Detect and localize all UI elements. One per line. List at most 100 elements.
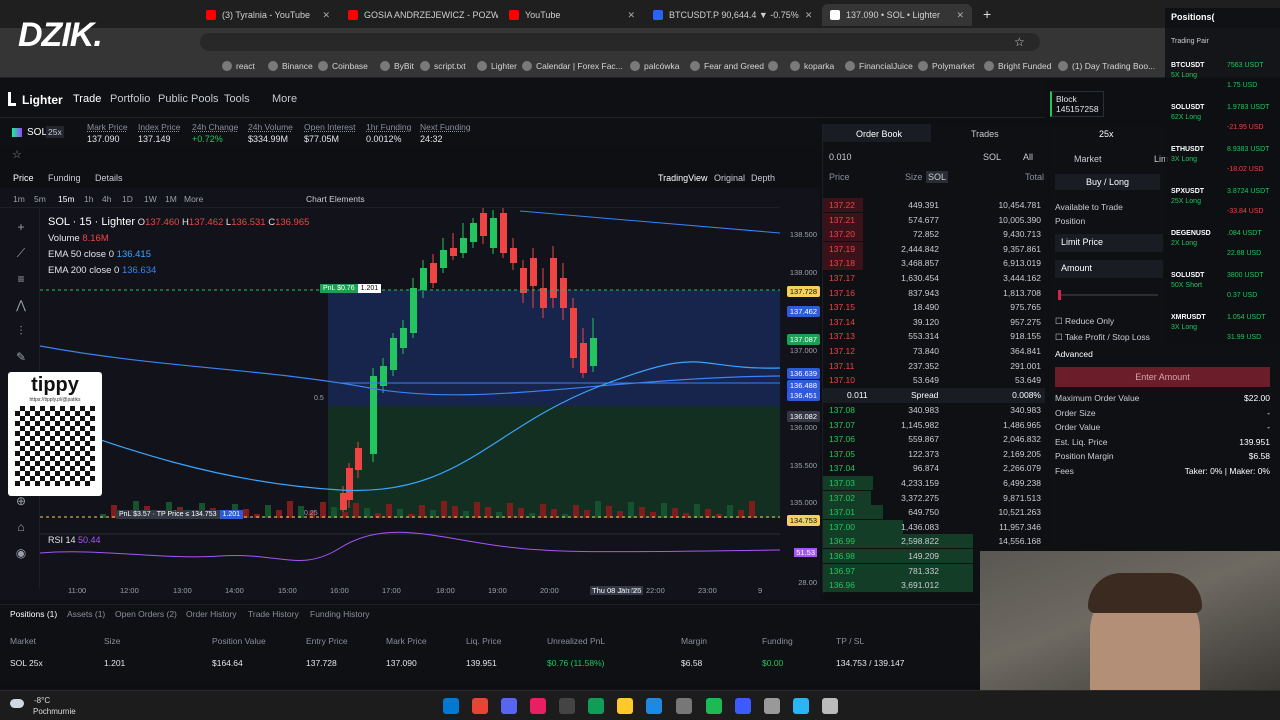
interval-More[interactable]: More <box>184 194 203 204</box>
bookmark-item[interactable]: koparka <box>790 61 834 71</box>
bookmark-item[interactable]: palcówka <box>630 61 679 71</box>
fib-icon[interactable]: ≡ <box>14 272 28 286</box>
tab-tradingview[interactable]: TradingView <box>658 173 708 183</box>
position-line-label[interactable]: PnL $0.76 1.201 <box>320 284 382 293</box>
tab-market[interactable]: Market <box>1074 154 1102 164</box>
taskbar-app-icon[interactable] <box>822 698 838 714</box>
bid-row[interactable]: 136.99 2,598.822 14,556.168 <box>823 534 1045 549</box>
measure-icon[interactable]: ⫶ <box>14 324 28 338</box>
tab-price[interactable]: Price <box>13 173 34 183</box>
reduce-only-checkbox[interactable]: ☐ Reduce Only <box>1055 316 1114 327</box>
positions-tab[interactable]: Order History <box>186 609 237 619</box>
trendline-icon[interactable]: ⟋ <box>14 246 28 260</box>
tick-size-select[interactable]: 0.010 <box>829 152 852 162</box>
favorite-star-icon[interactable]: ☆ <box>12 148 22 161</box>
tab-original[interactable]: Original <box>714 173 745 183</box>
amount-slider[interactable] <box>1058 290 1158 300</box>
tpsl-checkbox[interactable]: ☐ Take Profit / Stop Loss <box>1055 332 1150 343</box>
pattern-icon[interactable]: ⋀ <box>14 298 28 312</box>
taskbar-app-icon[interactable] <box>472 698 488 714</box>
ask-row[interactable]: 137.15 18.490 975.765 <box>823 300 1045 315</box>
bid-row[interactable]: 137.05 122.373 2,169.205 <box>823 447 1045 462</box>
tab-trades[interactable]: Trades <box>971 129 999 139</box>
time-axis[interactable]: 11:00 12:00 13:00 14:00 15:00 16:00 17:00 18:00… <box>40 586 780 598</box>
browser-tab[interactable]: BTCUSDT.P 90,644.4 ▼ -0.75% ✕ <box>645 4 817 26</box>
nav-more[interactable]: More <box>272 93 297 105</box>
bid-row[interactable]: 137.02 3,372.275 9,871.513 <box>823 490 1045 506</box>
amount-field[interactable]: Amount <box>1055 260 1163 278</box>
bid-row[interactable]: 137.04 96.874 2,266.079 <box>823 461 1045 476</box>
ask-row[interactable]: 137.22 449.391 10,454.781 <box>823 198 1045 213</box>
ask-row[interactable]: 137.13 553.314 918.155 <box>823 329 1045 344</box>
ask-row[interactable]: 137.12 73.840 364.841 <box>823 344 1045 359</box>
taskbar-app-icon[interactable] <box>530 698 546 714</box>
lock-icon[interactable]: ⌂ <box>14 520 28 534</box>
bookmark-item[interactable]: script.txt <box>420 61 466 71</box>
bid-row[interactable]: 137.08 340.983 340.983 <box>823 403 1045 418</box>
taskbar-app-icon[interactable] <box>764 698 780 714</box>
bid-row[interactable]: 137.06 559.867 2,046.832 <box>823 432 1045 447</box>
ask-row[interactable]: 137.16 837.943 1,813.708 <box>823 286 1045 301</box>
tab-details[interactable]: Details <box>95 173 123 183</box>
browser-tab[interactable]: GOSIA ANDRZEJEWICZ - POZW✕ <box>340 4 498 26</box>
enter-amount-button[interactable]: Enter Amount <box>1055 367 1270 387</box>
bookmark-item[interactable]: FinancialJuice <box>845 61 913 71</box>
brush-icon[interactable]: ✎ <box>14 350 28 364</box>
market-symbol[interactable]: SOL <box>27 127 47 138</box>
buy-long-toggle[interactable]: Buy / Long <box>1055 174 1160 190</box>
interval-1h[interactable]: 1h <box>84 194 93 204</box>
ask-row[interactable]: 137.17 1,630.454 3,444.162 <box>823 271 1045 286</box>
side-filter[interactable]: All <box>1023 152 1033 162</box>
browser-tab[interactable]: (3) Tyralnia - YouTube ✕ <box>198 4 338 26</box>
browser-tab[interactable]: 137.090 • SOL • Lighter ✕ <box>822 4 972 26</box>
close-tab-icon[interactable]: ✕ <box>805 10 813 21</box>
close-tab-icon[interactable]: ✕ <box>627 10 635 21</box>
asset-select[interactable]: SOL <box>983 152 1001 162</box>
positions-tab[interactable]: Funding History <box>310 609 370 619</box>
ask-row[interactable]: 137.20 72.852 9,430.713 <box>823 227 1045 242</box>
bookmark-item[interactable]: ByBit <box>380 61 414 71</box>
bookmark-item[interactable]: Fear and Greed <box>690 61 764 71</box>
bookmark-item[interactable]: Coinbase <box>318 61 368 71</box>
new-tab-button[interactable]: + <box>983 6 991 22</box>
taskbar-app-icon[interactable] <box>588 698 604 714</box>
positions-tab[interactable]: Open Orders (2) <box>115 609 177 619</box>
bid-row[interactable]: 137.03 4,233.159 6,499.238 <box>823 476 1045 491</box>
limit-price-field[interactable]: Limit Price <box>1055 234 1163 252</box>
positions-cell[interactable]: SOL 25x <box>10 658 43 668</box>
interval-1M[interactable]: 1M <box>165 194 177 204</box>
taskbar-app-icon[interactable] <box>646 698 662 714</box>
tab-depth[interactable]: Depth <box>751 173 775 183</box>
crosshair-icon[interactable]: + <box>14 220 28 234</box>
bookmark-item[interactable]: Binance <box>268 61 313 71</box>
taskbar-app-icon[interactable] <box>617 698 633 714</box>
bookmark-star-icon[interactable]: ☆ <box>1014 35 1025 49</box>
interval-1D[interactable]: 1D <box>122 194 133 204</box>
eye-icon[interactable]: ◉ <box>14 546 28 560</box>
interval-1m[interactable]: 1m <box>13 194 25 204</box>
ask-row[interactable]: 137.14 39.120 957.275 <box>823 315 1045 330</box>
close-tab-icon[interactable]: ✕ <box>322 10 330 21</box>
browser-tab[interactable]: YouTube ✕ <box>501 4 643 26</box>
nav-tools[interactable]: Tools <box>224 93 250 105</box>
interval-5m[interactable]: 5m <box>34 194 46 204</box>
positions-tab[interactable]: Assets (1) <box>67 609 105 619</box>
bid-row[interactable]: 137.07 1,145.982 1,486.965 <box>823 418 1045 433</box>
address-bar[interactable] <box>200 33 1040 51</box>
positions-tab[interactable]: Positions (1) <box>10 609 57 619</box>
taskbar-app-icon[interactable] <box>793 698 809 714</box>
taskbar-app-icon[interactable] <box>443 698 459 714</box>
bookmark-item[interactable]: Calendar | Forex Fac... <box>522 61 623 71</box>
bookmark-item[interactable]: Bright Funded <box>984 61 1051 71</box>
bookmark-item[interactable]: (1) Day Trading Boo... <box>1058 61 1155 71</box>
bookmark-item[interactable]: Polymarket <box>918 61 975 71</box>
tp-line-label[interactable]: PnL $3.57 · TP Price ≤ 134.753 1.201 <box>116 510 244 519</box>
ask-row[interactable]: 137.21 574.677 10,005.390 <box>823 212 1045 228</box>
interval-1W[interactable]: 1W <box>144 194 157 204</box>
bid-row[interactable]: 137.01 649.750 10,521.263 <box>823 505 1045 520</box>
nav-public-pools[interactable]: Public Pools <box>158 93 219 105</box>
ask-row[interactable]: 137.19 2,444.842 9,357.861 <box>823 241 1045 257</box>
bookmark-item[interactable]: react <box>222 61 255 71</box>
positions-tab[interactable]: Trade History <box>248 609 299 619</box>
ask-row[interactable]: 137.10 53.649 53.649 <box>823 373 1045 388</box>
